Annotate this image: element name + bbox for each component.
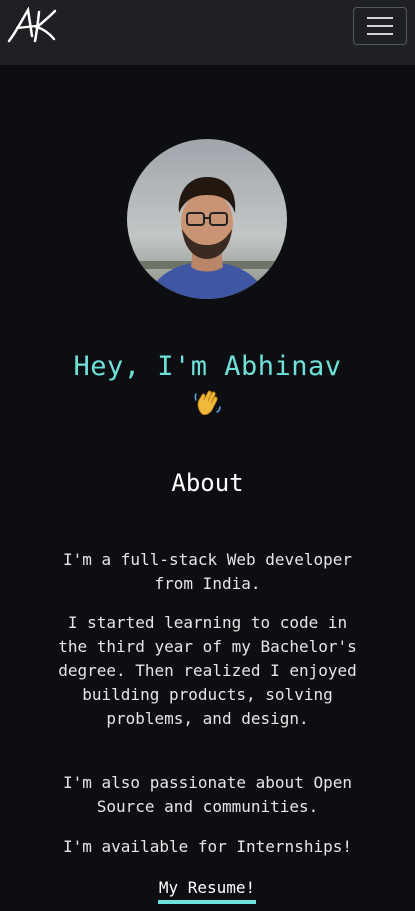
resume-link[interactable]: My Resume! bbox=[158, 876, 256, 904]
about-paragraph: I'm also passionate about Open Source an… bbox=[63, 773, 352, 816]
avatar bbox=[127, 139, 287, 299]
waving-hand-icon bbox=[194, 390, 221, 416]
logo[interactable] bbox=[6, 6, 58, 44]
about-paragraph: I'm a full-stack Web developer from Indi… bbox=[63, 550, 352, 593]
about-paragraph: I'm available for Internships! bbox=[63, 837, 352, 856]
hero-greeting: Hey, I'm Abhinav bbox=[73, 351, 342, 382]
about-heading: About bbox=[171, 469, 244, 497]
navbar bbox=[0, 0, 415, 65]
hamburger-menu-icon bbox=[367, 17, 393, 35]
about-paragraph: I started learning to code in the third … bbox=[58, 613, 357, 728]
menu-toggle-button[interactable] bbox=[353, 7, 407, 45]
